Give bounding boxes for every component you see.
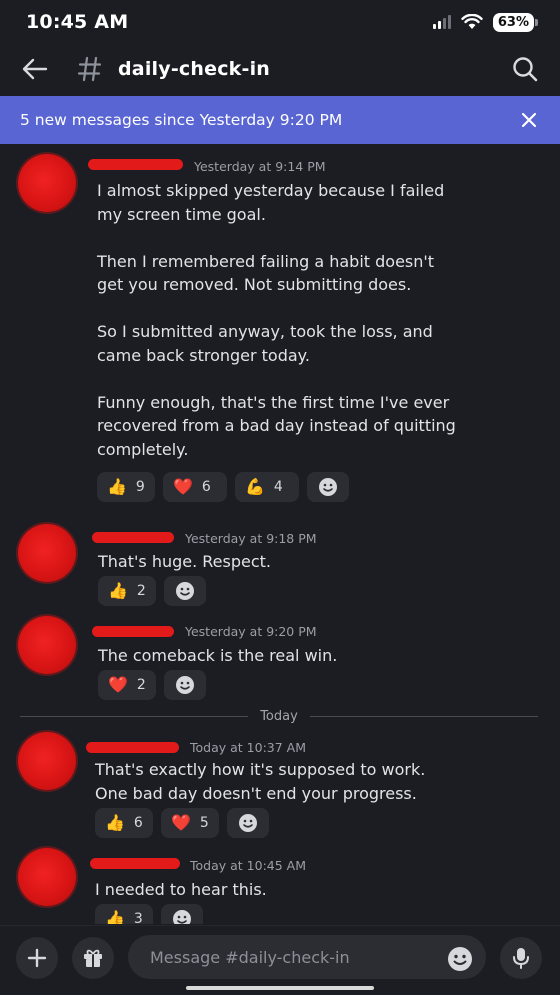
- arrow-left-icon: [22, 58, 48, 80]
- add-reaction-button[interactable]: [163, 670, 206, 700]
- message-timestamp: Yesterday at 9:20 PM: [185, 624, 317, 639]
- add-reaction-icon: [175, 676, 194, 694]
- avatar[interactable]: [18, 732, 76, 790]
- voice-message-button[interactable]: [500, 937, 542, 979]
- message-text: The comeback is the real win.: [98, 646, 338, 665]
- close-banner-button[interactable]: [516, 107, 542, 133]
- heart-icon: ❤️: [171, 813, 191, 832]
- add-reaction-button[interactable]: [160, 904, 203, 924]
- heart-icon: ❤️: [108, 675, 128, 694]
- gift-icon: [84, 949, 102, 967]
- avatar[interactable]: [18, 524, 76, 582]
- message-text: That's exactly how it's supposed to work…: [95, 760, 426, 803]
- message-timestamp: Yesterday at 9:14 PM: [194, 159, 326, 174]
- reaction-thumbs-up[interactable]: 👍 6: [95, 808, 153, 838]
- message-input[interactable]: [128, 935, 486, 979]
- reaction-thumbs-up[interactable]: 👍 2: [98, 576, 156, 606]
- reaction-count: 2: [136, 583, 146, 599]
- reaction-count: 5: [199, 815, 209, 831]
- redacted-username[interactable]: [92, 626, 174, 637]
- reaction-count: 6: [133, 815, 143, 831]
- avatar[interactable]: [18, 616, 76, 674]
- reaction-bar: 👍 3: [95, 904, 203, 924]
- new-messages-banner[interactable]: 5 new messages since Yesterday 9:20 PM: [0, 96, 560, 144]
- avatar[interactable]: [18, 154, 76, 212]
- message-timestamp: Today at 10:45 AM: [190, 858, 306, 873]
- add-reaction-button[interactable]: [307, 472, 349, 502]
- redacted-username[interactable]: [92, 532, 174, 543]
- search-icon: [513, 57, 538, 82]
- battery-icon: 63%: [492, 12, 538, 32]
- status-indicators: 63%: [432, 12, 538, 32]
- emoji-picker-button[interactable]: [446, 945, 474, 973]
- gift-button[interactable]: [72, 937, 114, 979]
- reaction-bar: 👍 9 ❤️ 6 💪 4: [97, 472, 349, 502]
- reaction-flexed-biceps[interactable]: 💪 4: [235, 472, 299, 502]
- thumbs-up-icon: 👍: [105, 813, 125, 832]
- thumbs-up-icon: 👍: [105, 909, 125, 925]
- message-text: That's huge. Respect.: [98, 552, 271, 571]
- message-timestamp: Yesterday at 9:18 PM: [185, 531, 317, 546]
- thumbs-up-icon: 👍: [107, 477, 127, 496]
- channel-header: daily-check-in: [0, 44, 560, 94]
- status-time: 10:45 AM: [26, 11, 129, 33]
- status-bar: 10:45 AM 63%: [0, 0, 560, 44]
- channel-title[interactable]: daily-check-in: [118, 58, 270, 80]
- reaction-heart[interactable]: ❤️ 2: [98, 670, 156, 700]
- date-divider-label: Today: [260, 708, 298, 724]
- battery-level: 63%: [492, 12, 534, 32]
- reaction-thumbs-up[interactable]: 👍 9: [97, 472, 155, 502]
- thumbs-up-icon: 👍: [108, 581, 128, 600]
- reaction-heart[interactable]: ❤️ 6: [163, 472, 227, 502]
- add-reaction-icon: [172, 910, 191, 924]
- reaction-count: 3: [133, 911, 143, 924]
- flexed-biceps-icon: 💪: [245, 477, 265, 496]
- reaction-count: 2: [136, 677, 146, 693]
- reaction-count: 4: [273, 479, 283, 495]
- message-timestamp: Today at 10:37 AM: [190, 740, 306, 755]
- redacted-username[interactable]: [90, 858, 180, 869]
- redacted-username[interactable]: [86, 742, 179, 753]
- reaction-bar: 👍 2: [98, 576, 206, 606]
- reaction-bar: ❤️ 2: [98, 670, 206, 700]
- reaction-bar: 👍 6 ❤️ 5: [95, 808, 269, 838]
- home-indicator[interactable]: [186, 986, 374, 990]
- add-attachment-button[interactable]: [16, 937, 58, 979]
- date-divider: Today: [20, 706, 539, 726]
- reaction-count: 9: [135, 479, 145, 495]
- add-reaction-icon: [175, 582, 194, 600]
- avatar[interactable]: [18, 848, 76, 906]
- add-reaction-button[interactable]: [227, 808, 269, 838]
- back-button[interactable]: [20, 54, 50, 84]
- add-reaction-button[interactable]: [163, 576, 206, 606]
- add-reaction-icon: [239, 814, 257, 832]
- message-text: I almost skipped yesterday because I fai…: [97, 181, 456, 459]
- cellular-signal-icon: [432, 15, 451, 29]
- hash-icon: [78, 54, 104, 84]
- reaction-thumbs-up[interactable]: 👍 3: [95, 904, 153, 924]
- message-text: I needed to hear this.: [95, 880, 267, 899]
- redacted-username[interactable]: [88, 159, 183, 170]
- new-messages-text: 5 new messages since Yesterday 9:20 PM: [20, 111, 343, 129]
- plus-icon: [27, 948, 47, 968]
- reaction-count: 6: [201, 479, 211, 495]
- microphone-icon: [513, 948, 529, 969]
- wifi-icon: [461, 14, 483, 29]
- smiley-icon: [448, 947, 472, 971]
- add-reaction-icon: [319, 478, 337, 496]
- reaction-heart[interactable]: ❤️ 5: [161, 808, 219, 838]
- message-list[interactable]: Yesterday at 9:14 PM I almost skipped ye…: [0, 144, 560, 924]
- message-composer: [0, 925, 560, 995]
- close-icon: [521, 112, 537, 128]
- heart-icon: ❤️: [173, 477, 193, 496]
- search-button[interactable]: [510, 54, 540, 84]
